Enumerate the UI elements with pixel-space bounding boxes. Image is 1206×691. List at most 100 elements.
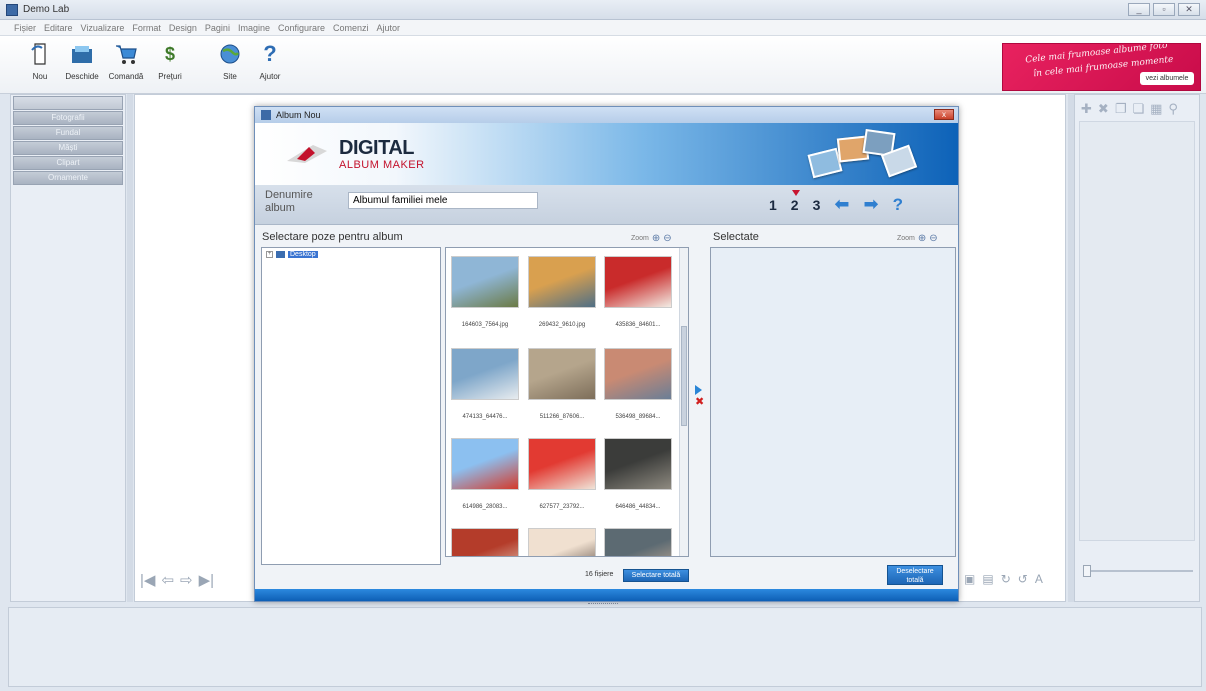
bottom-splitter-grip[interactable] bbox=[588, 603, 618, 606]
fit-icon[interactable]: ▣ bbox=[964, 572, 975, 586]
remove-from-selection-icon[interactable]: ✖ bbox=[695, 397, 704, 408]
site-button[interactable]: Site bbox=[208, 42, 252, 90]
album-name-row: Denumire album 1 2 3 ⬅ ➡ ? bbox=[255, 185, 958, 225]
help-label: Ajutor bbox=[259, 72, 281, 81]
layers-icon[interactable]: ▦ bbox=[1150, 101, 1162, 121]
photo-grid-scrollbar[interactable] bbox=[679, 248, 688, 556]
step-1[interactable]: 1 bbox=[769, 197, 777, 213]
photo-thumbnail[interactable]: 164603_7564.jpg bbox=[450, 256, 520, 328]
photo-thumbnail[interactable]: 627577_23792... bbox=[527, 438, 597, 510]
open-button[interactable]: Deschide bbox=[60, 42, 104, 90]
menu-edit[interactable]: Editare bbox=[40, 23, 77, 33]
left-nav-item-photos[interactable]: Fotografii bbox=[13, 111, 123, 125]
photo-thumbnail[interactable] bbox=[527, 528, 597, 556]
menu-settings[interactable]: Configurare bbox=[274, 23, 329, 33]
minimize-button[interactable]: _ bbox=[1128, 3, 1150, 16]
expand-icon[interactable]: + bbox=[266, 251, 273, 258]
zoom-slider[interactable] bbox=[1083, 565, 1193, 577]
zoom-slider-handle[interactable] bbox=[1083, 565, 1091, 577]
photo-thumbnail-image bbox=[451, 256, 519, 308]
layout-icon[interactable]: ▤ bbox=[982, 572, 993, 586]
promo-button[interactable]: vezi albumele bbox=[1140, 72, 1194, 85]
brand-logo-icon bbox=[283, 141, 333, 168]
promo-banner[interactable]: Cele mai frumoase albume foto în cele ma… bbox=[1002, 43, 1201, 91]
step-2-current[interactable]: 2 bbox=[791, 189, 800, 213]
last-page-icon[interactable]: ▶| bbox=[199, 571, 214, 589]
photo-thumbnail[interactable]: 511266_87606... bbox=[527, 348, 597, 420]
cart-icon bbox=[114, 42, 138, 66]
menu-format[interactable]: Format bbox=[128, 23, 165, 33]
select-photos-title: Selectare poze pentru album bbox=[262, 231, 403, 243]
transfer-buttons: ✖ bbox=[695, 385, 704, 408]
selected-photos-list[interactable] bbox=[710, 247, 956, 557]
photo-thumbnail[interactable] bbox=[450, 528, 520, 556]
first-page-icon[interactable]: |◀ bbox=[140, 571, 155, 589]
left-nav-item-background[interactable]: Fundal bbox=[13, 126, 123, 140]
rotate-icon[interactable]: ↻ bbox=[1001, 572, 1011, 586]
right-zoom-out-icon[interactable]: ⊖ bbox=[929, 233, 937, 244]
right-zoom-in-icon[interactable]: ⊕ bbox=[918, 233, 926, 244]
photo-thumbnail[interactable] bbox=[603, 528, 673, 556]
window-controls: _ ▫ ✕ bbox=[1128, 3, 1200, 16]
menu-orders[interactable]: Comenzi bbox=[329, 23, 373, 33]
album-name-input[interactable] bbox=[348, 192, 538, 209]
delete-icon[interactable]: ✖ bbox=[1098, 101, 1109, 121]
menu-help[interactable]: Ajutor bbox=[373, 23, 405, 33]
prices-button[interactable]: $ Prețuri bbox=[148, 42, 192, 90]
left-zoom-out-icon[interactable]: ⊖ bbox=[663, 233, 671, 244]
dialog-title: Album Nou bbox=[276, 110, 321, 120]
left-nav-item-0[interactable] bbox=[13, 96, 123, 110]
photo-thumbnail-image bbox=[528, 256, 596, 308]
photo-thumbnail[interactable]: 646486_44834... bbox=[603, 438, 673, 510]
photo-thumbnail[interactable]: 269432_9610.jpg bbox=[527, 256, 597, 328]
back-arrow-icon[interactable]: ⬅ bbox=[834, 194, 849, 215]
step-3[interactable]: 3 bbox=[813, 197, 821, 213]
photo-grid-scroll-thumb[interactable] bbox=[681, 326, 687, 426]
photo-grid[interactable]: 164603_7564.jpg 269432_9610.jpg 435836_846… bbox=[445, 247, 689, 557]
new-label: Nou bbox=[32, 72, 48, 81]
photo-thumbnail-image bbox=[451, 348, 519, 400]
new-album-dialog: Album Nou x DIGITAL ALBUM MAKER Denumire… bbox=[254, 106, 959, 602]
dialog-help-icon[interactable]: ? bbox=[893, 195, 903, 215]
folder-tree[interactable]: + Desktop bbox=[261, 247, 441, 565]
photo-thumbnail[interactable]: 474133_64476... bbox=[450, 348, 520, 420]
menu-file[interactable]: Fișier bbox=[10, 23, 40, 33]
next-arrow-icon[interactable]: ➡ bbox=[863, 194, 878, 215]
order-button[interactable]: Comandă bbox=[104, 42, 148, 90]
left-nav-item-masks[interactable]: Măști bbox=[13, 141, 123, 155]
menu-image[interactable]: Imagine bbox=[234, 23, 274, 33]
menu-pages[interactable]: Pagini bbox=[201, 23, 234, 33]
add-to-selection-icon[interactable] bbox=[695, 385, 702, 395]
add-icon[interactable]: ✚ bbox=[1081, 101, 1092, 121]
menu-view[interactable]: Vizualizare bbox=[77, 23, 129, 33]
pin-icon[interactable]: ⚲ bbox=[1168, 101, 1178, 121]
left-zoom-in-icon[interactable]: ⊕ bbox=[652, 233, 660, 244]
tree-node-desktop[interactable]: + Desktop bbox=[266, 251, 318, 258]
dialog-title-bar: Album Nou bbox=[255, 107, 958, 123]
left-nav-item-ornaments[interactable]: Ornamente bbox=[13, 171, 123, 185]
prev-page-icon[interactable]: ⇦ bbox=[161, 571, 174, 589]
maximize-button[interactable]: ▫ bbox=[1153, 3, 1175, 16]
menu-design[interactable]: Design bbox=[165, 23, 201, 33]
left-splitter[interactable] bbox=[127, 94, 133, 602]
paste-icon[interactable]: ❏ bbox=[1132, 101, 1144, 121]
photo-thumbnail-image bbox=[528, 528, 596, 556]
redo-icon[interactable]: ↺ bbox=[1018, 572, 1028, 586]
help-toolbar-button[interactable]: ? Ajutor bbox=[248, 41, 292, 90]
close-button[interactable]: ✕ bbox=[1178, 3, 1200, 16]
text-icon[interactable]: A bbox=[1035, 572, 1043, 586]
right-panel-list[interactable] bbox=[1079, 121, 1195, 541]
next-page-icon[interactable]: ⇨ bbox=[180, 571, 193, 589]
select-all-button[interactable]: Selectare totală bbox=[623, 569, 689, 582]
photo-thumbnail[interactable]: 435836_84601... bbox=[603, 256, 673, 328]
left-nav-item-clipart[interactable]: Clipart bbox=[13, 156, 123, 170]
new-button[interactable]: Nou bbox=[18, 42, 62, 90]
album-name-label: Denumire album bbox=[265, 189, 313, 214]
photo-thumbnail[interactable]: 536498_89684... bbox=[603, 348, 673, 420]
title-bar: Demo Lab _ ▫ ✕ bbox=[0, 0, 1206, 20]
copy-icon[interactable]: ❐ bbox=[1115, 101, 1127, 121]
photo-thumbnail[interactable]: 614986_28083... bbox=[450, 438, 520, 510]
deselect-all-button[interactable]: Deselectare totală bbox=[887, 565, 943, 585]
photo-thumbnail-image bbox=[604, 438, 672, 490]
dialog-close-button[interactable]: x bbox=[934, 109, 954, 120]
